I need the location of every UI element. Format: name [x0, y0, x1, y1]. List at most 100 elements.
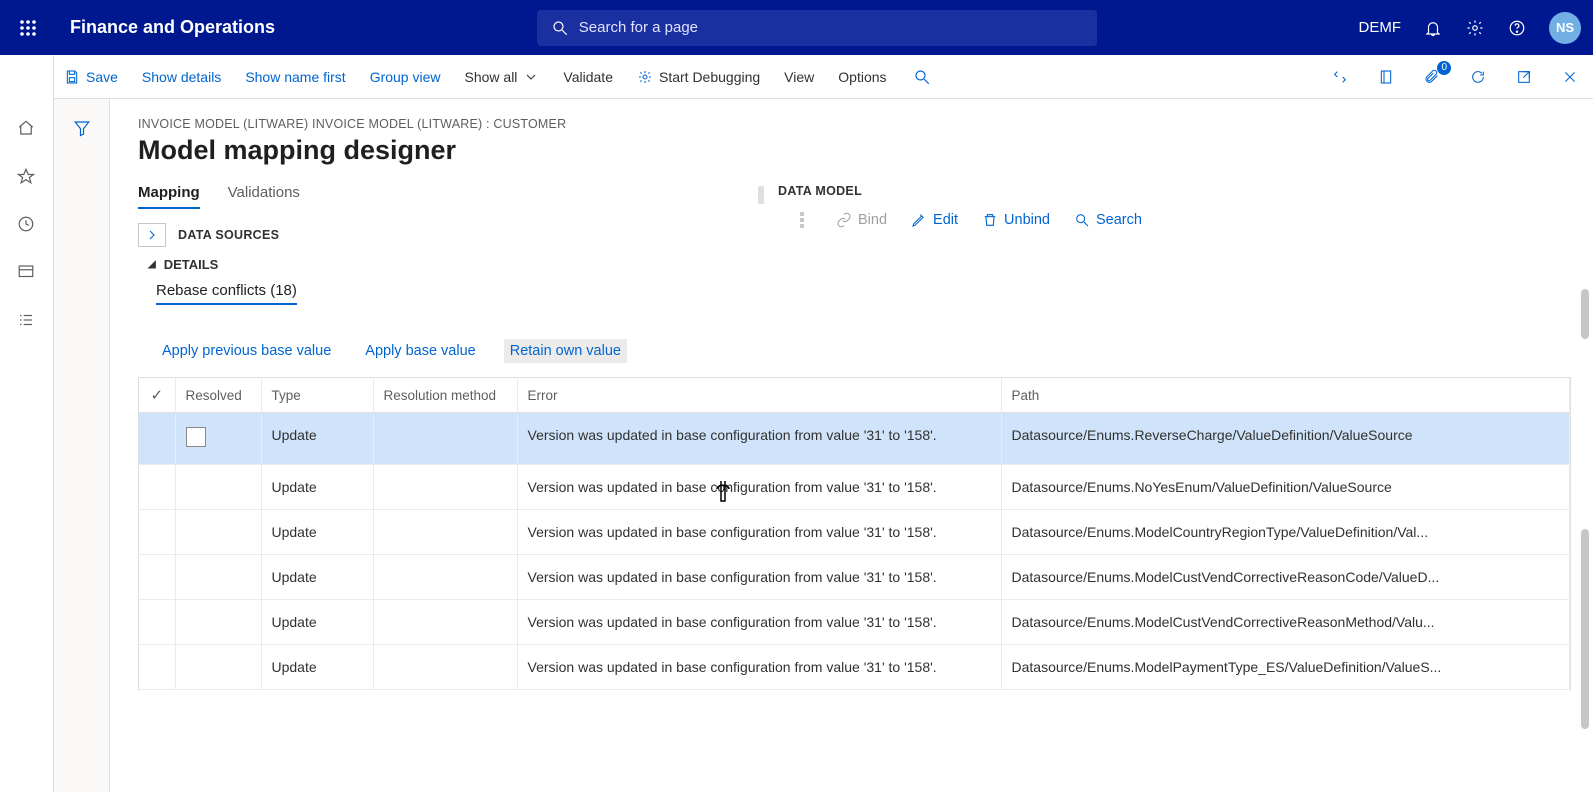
page-options-icon[interactable]: [1375, 69, 1397, 85]
row-selector-cell[interactable]: [139, 600, 175, 645]
search-icon: [551, 19, 569, 37]
data-sources-expand-icon[interactable]: [138, 223, 166, 247]
row-selector-cell[interactable]: [139, 465, 175, 510]
pencil-icon: [911, 212, 927, 228]
table-row[interactable]: Update Version was updated in base config…: [139, 600, 1570, 645]
error-cell: Version was updated in base configuratio…: [517, 645, 1001, 690]
validate-button[interactable]: Validate: [563, 69, 613, 85]
col-path[interactable]: Path: [1001, 378, 1570, 413]
mapping-tabs: Mapping Validations: [138, 184, 748, 209]
home-icon[interactable]: [17, 119, 37, 139]
modules-icon[interactable]: [17, 311, 37, 331]
recent-icon[interactable]: [17, 215, 37, 235]
rebase-conflicts-tab[interactable]: Rebase conflicts (18): [156, 282, 297, 305]
unbind-button[interactable]: Unbind: [982, 212, 1050, 228]
search-icon: [1074, 212, 1090, 228]
type-cell: Update: [261, 510, 373, 555]
resolved-cell[interactable]: [175, 413, 261, 465]
start-debugging-button[interactable]: Start Debugging: [637, 69, 760, 85]
method-cell: [373, 510, 517, 555]
table-row[interactable]: UpdateVersion was updated in base config…: [139, 413, 1570, 465]
apply-base-value-button[interactable]: Apply base value: [359, 339, 481, 363]
settings-icon[interactable]: [1465, 18, 1485, 38]
gear-small-icon: [637, 69, 653, 85]
row-selector-cell[interactable]: [139, 645, 175, 690]
close-icon[interactable]: [1559, 69, 1581, 85]
path-cell: Datasource/Enums.ReverseCharge/ValueDefi…: [1001, 413, 1570, 465]
col-error[interactable]: Error: [517, 378, 1001, 413]
help-icon[interactable]: [1507, 18, 1527, 38]
bind-button[interactable]: Bind: [836, 212, 887, 228]
group-view-button[interactable]: Group view: [370, 69, 441, 85]
chevron-down-icon: [523, 69, 539, 85]
save-button[interactable]: Save: [64, 69, 118, 85]
dm-search-button[interactable]: Search: [1074, 212, 1142, 228]
table-scrollbar[interactable]: [1581, 529, 1589, 729]
show-all-dropdown[interactable]: Show all: [465, 69, 540, 85]
panel-scrollbar[interactable]: [1581, 289, 1589, 339]
row-selector-cell[interactable]: [139, 555, 175, 600]
attachments-icon[interactable]: 0: [1421, 69, 1443, 85]
filter-strip: [54, 99, 110, 792]
col-resolution-method[interactable]: Resolution method: [373, 378, 517, 413]
retain-own-value-button[interactable]: Retain own value: [504, 339, 627, 363]
attachments-count: 0: [1437, 61, 1451, 75]
error-cell: Version was updated in base configuratio…: [517, 413, 1001, 465]
global-search-input[interactable]: [579, 19, 1083, 36]
page-title: Model mapping designer: [138, 135, 1571, 166]
table-row[interactable]: UpdateVersion was updated in base config…: [139, 555, 1570, 600]
command-bar: Save Show details Show name first Group …: [0, 55, 1593, 99]
type-cell: Update: [261, 555, 373, 600]
popout-icon[interactable]: [1513, 69, 1535, 85]
splitter-handle[interactable]: [758, 186, 764, 204]
show-name-first-button[interactable]: Show name first: [245, 69, 345, 85]
resolved-cell[interactable]: [175, 465, 261, 510]
resolved-cell[interactable]: [175, 555, 261, 600]
filter-icon[interactable]: [73, 119, 91, 792]
main-area: INVOICE MODEL (LITWARE) INVOICE MODEL (L…: [54, 99, 1593, 792]
edit-button[interactable]: Edit: [911, 212, 958, 228]
path-cell: Datasource/Enums.NoYesEnum/ValueDefiniti…: [1001, 465, 1570, 510]
table-row[interactable]: Update Version was updated in base config…: [139, 510, 1570, 555]
app-launcher-icon[interactable]: [12, 12, 44, 44]
favorites-icon[interactable]: [17, 167, 37, 187]
data-sources-label: DATA SOURCES: [178, 228, 279, 242]
personalize-icon[interactable]: [1329, 69, 1351, 85]
company-label[interactable]: DEMF: [1358, 19, 1401, 36]
checkbox[interactable]: [186, 427, 206, 447]
tab-validations[interactable]: Validations: [228, 184, 300, 209]
view-button[interactable]: View: [784, 69, 814, 85]
path-cell: Datasource/Enums.ModelPaymentType_ES/Val…: [1001, 645, 1570, 690]
user-avatar[interactable]: NS: [1549, 12, 1581, 44]
link-icon: [836, 212, 852, 228]
notifications-icon[interactable]: [1423, 18, 1443, 38]
workspaces-icon[interactable]: [17, 263, 37, 283]
refresh-icon[interactable]: [1467, 69, 1489, 85]
global-search[interactable]: [537, 10, 1097, 46]
method-cell: [373, 600, 517, 645]
row-selector-cell[interactable]: [139, 413, 175, 465]
page-content: INVOICE MODEL (LITWARE) INVOICE MODEL (L…: [110, 99, 1593, 792]
resolved-cell[interactable]: [175, 645, 261, 690]
apply-previous-base-value-button[interactable]: Apply previous base value: [156, 339, 337, 363]
method-cell: [373, 413, 517, 465]
table-row[interactable]: UpdateVersion was updated in base config…: [139, 465, 1570, 510]
row-selector-cell[interactable]: [139, 510, 175, 555]
col-type[interactable]: Type: [261, 378, 373, 413]
method-cell: [373, 465, 517, 510]
error-cell: Version was updated in base configuratio…: [517, 510, 1001, 555]
tab-mapping[interactable]: Mapping: [138, 184, 200, 209]
options-button[interactable]: Options: [838, 69, 886, 85]
select-all-header[interactable]: ✓: [139, 378, 175, 413]
table-row[interactable]: UpdateVersion was updated in base config…: [139, 645, 1570, 690]
find-icon[interactable]: [911, 68, 933, 86]
col-resolved[interactable]: Resolved: [175, 378, 261, 413]
error-cell: Version was updated in base configuratio…: [517, 600, 1001, 645]
show-details-button[interactable]: Show details: [142, 69, 221, 85]
type-cell: Update: [261, 600, 373, 645]
details-header[interactable]: ◢ DETAILS: [148, 257, 748, 272]
resolved-cell[interactable]: [175, 510, 261, 555]
breadcrumb: INVOICE MODEL (LITWARE) INVOICE MODEL (L…: [138, 117, 1571, 131]
resolved-cell[interactable]: [175, 600, 261, 645]
drag-handle-icon[interactable]: [800, 212, 804, 228]
